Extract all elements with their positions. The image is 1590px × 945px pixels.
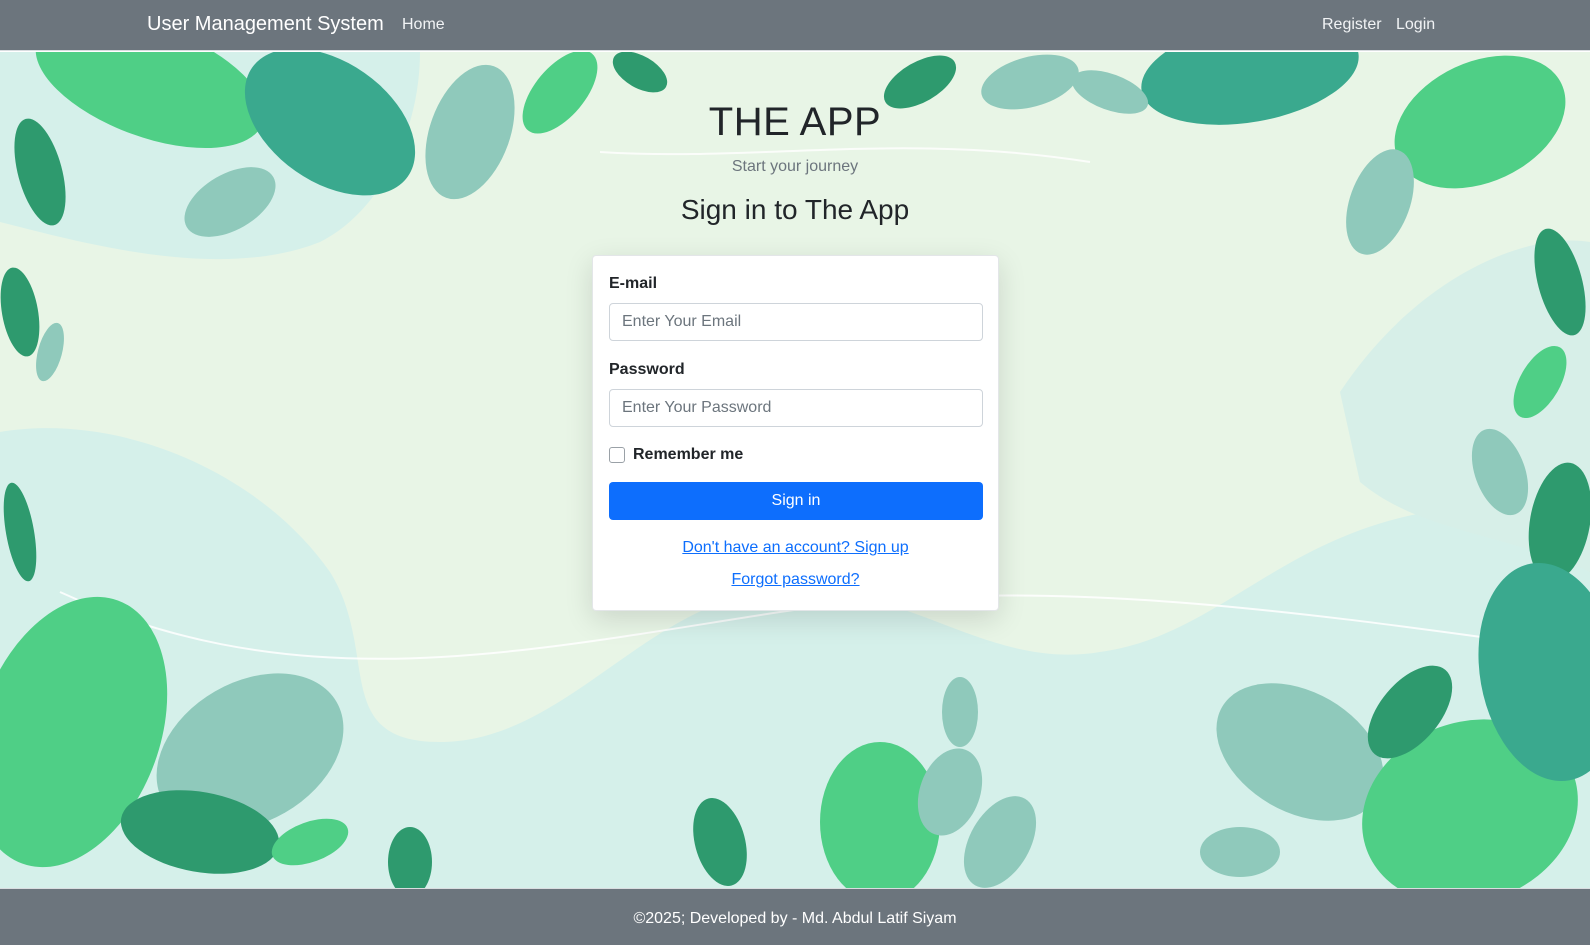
email-field[interactable] (609, 303, 983, 341)
forgot-password-link[interactable]: Forgot password? (593, 571, 998, 589)
signin-heading: Sign in to The App (680, 194, 910, 225)
email-label: E-mail (609, 275, 658, 292)
remember-me-checkbox[interactable] (609, 447, 625, 463)
login-card: E-mail Password Remember me Sign in Don'… (592, 255, 999, 611)
hero-section: THE APP Start your journey Sign in to Th… (0, 52, 1590, 888)
navbar: User Management System Home Register Log… (0, 0, 1590, 51)
app-title: THE APP (708, 100, 882, 144)
nav-login-link[interactable]: Login (1396, 16, 1435, 34)
footer: ©2025; Developed by - Md. Abdul Latif Si… (0, 888, 1590, 945)
password-label: Password (609, 361, 685, 378)
footer-text: ©2025; Developed by - Md. Abdul Latif Si… (633, 910, 957, 927)
brand-link[interactable]: User Management System (147, 13, 384, 36)
remember-me-label[interactable]: Remember me (633, 446, 743, 464)
nav-register-link[interactable]: Register (1322, 16, 1382, 34)
nav-home-link[interactable]: Home (402, 16, 445, 34)
sign-in-button[interactable]: Sign in (609, 482, 983, 520)
signup-link[interactable]: Don't have an account? Sign up (593, 539, 998, 557)
password-field[interactable] (609, 389, 983, 427)
app-subtitle: Start your journey (731, 158, 859, 175)
